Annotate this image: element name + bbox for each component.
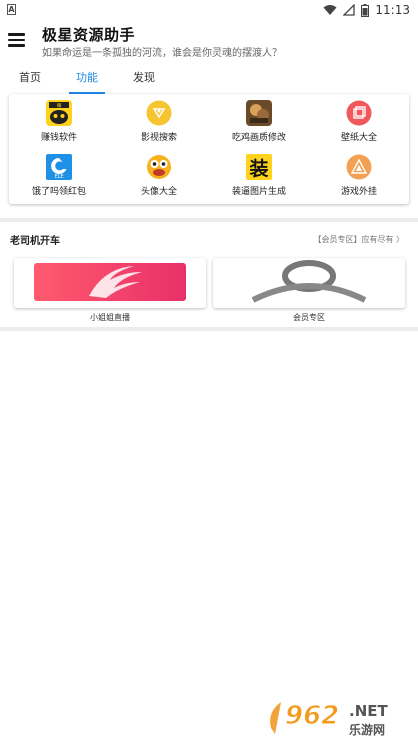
function-item[interactable]: ELE 饿了吗领红包 [9,148,109,202]
wifi-icon [323,5,337,15]
watermark-logo: 962 .NET 乐游网 [265,694,415,740]
zhuang-icon: 装 [246,154,272,180]
function-label: 赚钱软件 [40,133,77,143]
tab-functions[interactable]: 功能 [69,64,105,94]
function-label: 壁纸大全 [340,133,377,143]
function-grid: 赚 赚钱软件 影视搜索 吃鸡画质修改 壁纸大全 ELE 饿了吗领红包 头像大全 … [9,94,409,204]
status-icons: 11:13 [323,2,410,18]
watermark-subtitle: 乐游网 [349,722,385,737]
function-item[interactable]: 游戏外挂 [309,148,409,202]
member-label: 会员专区 [293,313,325,322]
menu-icon[interactable] [8,32,26,48]
svg-text:赚: 赚 [57,102,62,109]
app-title: 极星资源助手 [42,26,136,44]
function-label: 游戏外挂 [340,187,377,197]
function-label: 头像大全 [140,187,177,197]
function-item[interactable]: 壁纸大全 [309,94,409,148]
section-divider [0,218,418,222]
member-placeholder-icon [251,260,367,303]
cat-money-icon: 赚 [46,100,72,126]
watermark-graphic: 962 .NET 乐游网 [270,701,388,737]
tab-home[interactable]: 首页 [12,64,48,94]
avatar-emoji-icon [147,155,171,179]
member-card[interactable] [213,258,405,308]
section-more-link[interactable]: 【会员专区】应有尽有 〉 [313,234,404,245]
function-label: 吃鸡画质修改 [231,133,286,143]
section-divider-bottom [0,327,418,331]
battery-icon [361,3,370,17]
signal-icon [343,4,356,16]
watermark-number: 962 [285,701,339,731]
tab-bar: 首页 功能 发现 [0,64,418,94]
game-plugin-icon [346,154,372,180]
accessibility-badge: A [7,4,16,15]
app-header: 极星资源助手 如果命运是一条孤独的河流，谁会是你灵魂的摆渡人？ [0,20,418,62]
function-item[interactable]: 头像大全 [109,148,209,202]
svg-text:ELE: ELE [54,174,63,180]
tab-discover[interactable]: 发现 [126,64,162,94]
function-label: 影视搜索 [140,133,177,143]
svg-text:装: 装 [248,157,268,180]
watermark-net: .NET [349,702,388,720]
video-search-icon [146,100,172,126]
app-subtitle: 如果命运是一条孤独的河流，谁会是你灵魂的摆渡人？ [42,48,282,59]
function-item[interactable]: 影视搜索 [109,94,209,148]
status-bar: A 11:13 [0,0,418,20]
live-stream-banner [34,263,186,301]
function-item[interactable]: 装 装逼图片生成 [209,148,309,202]
function-item[interactable]: 赚 赚钱软件 [9,94,109,148]
function-item[interactable]: 吃鸡画质修改 [209,94,309,148]
live-stream-card[interactable] [14,258,206,308]
function-label: 装逼图片生成 [231,187,286,197]
function-label: 饿了吗领红包 [31,187,86,197]
section-title: 老司机开车 [10,236,60,247]
game-quality-icon [246,100,272,126]
eleme-icon: ELE [46,154,72,180]
live-stream-label: 小姐姐直播 [90,313,130,322]
wallpaper-icon [346,100,372,126]
status-time: 11:13 [375,3,410,17]
